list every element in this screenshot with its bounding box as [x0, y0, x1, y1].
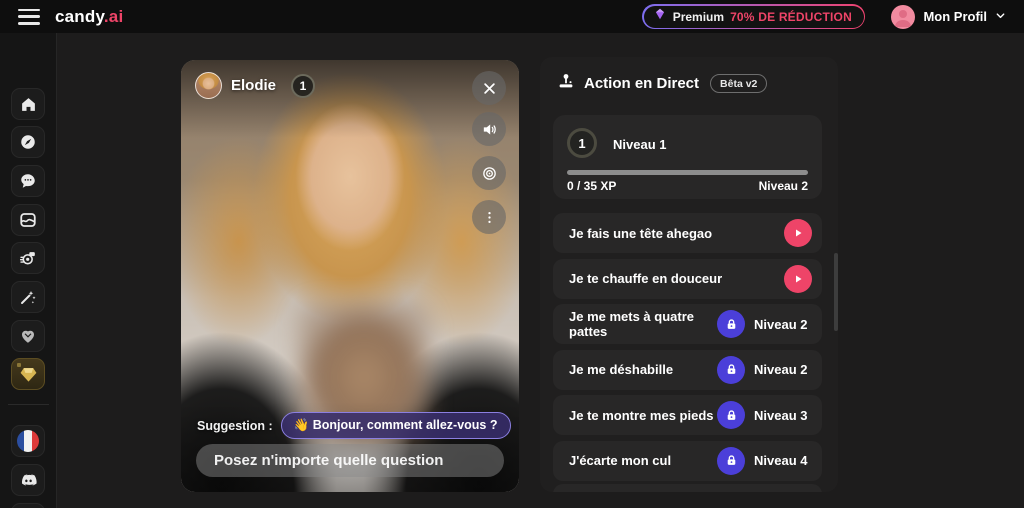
suggestion-chip[interactable]: 👋 Bonjour, comment allez-vous ?: [281, 412, 511, 439]
chat-icon: [19, 172, 37, 190]
level-card: 1 Niveau 1 0 / 35 XP Niveau 2: [553, 115, 822, 199]
beta-badge: Bêta v2: [710, 74, 767, 93]
logo[interactable]: candy.ai: [55, 7, 123, 27]
profile-menu[interactable]: Mon Profil: [891, 5, 1006, 29]
home-icon: [20, 96, 37, 113]
live-video-card: Elodie 1 Suggestion : 👋 Bonjour, comment…: [181, 60, 519, 492]
question-input[interactable]: [196, 444, 504, 477]
level-badge: 1: [567, 128, 597, 158]
lock-icon: [717, 401, 745, 429]
sidebar-item-explore[interactable]: [11, 126, 45, 158]
video-camera-fast-icon: [19, 249, 38, 268]
sidebar-item-video-generate[interactable]: [11, 242, 45, 274]
panel-header: Action en Direct Bêta v2: [557, 72, 767, 95]
premium-discount: 70% DE RÉDUCTION: [730, 10, 852, 24]
lock-icon: [717, 447, 745, 475]
suggestion-label: Suggestion :: [197, 419, 273, 433]
sidebar: [0, 33, 57, 508]
play-button[interactable]: [784, 219, 812, 247]
suggestion-row: Suggestion : 👋 Bonjour, comment allez-vo…: [181, 412, 519, 439]
action-row[interactable]: J'écarte mon cul Niveau 4: [553, 441, 822, 481]
premium-label: Premium: [673, 10, 724, 24]
hamburger-menu-icon[interactable]: [18, 9, 40, 25]
app-window: candy.ai Premium 70% DE RÉDUCTION Mon Pr…: [0, 0, 1024, 508]
notification-dot: [17, 363, 21, 367]
next-level-label: Niveau 2: [759, 179, 808, 193]
discord-icon: [19, 471, 38, 490]
magic-wand-icon: [19, 288, 37, 306]
sidebar-item-home[interactable]: [11, 88, 45, 120]
action-row[interactable]: Je te chauffe en douceur: [553, 259, 822, 299]
close-button[interactable]: [472, 71, 506, 105]
visibility-button[interactable]: [472, 156, 506, 190]
sidebar-divider: [8, 404, 49, 405]
action-level-label: Niveau 2: [754, 362, 814, 377]
panel-scrollbar[interactable]: [834, 253, 838, 331]
gold-gem-icon: [19, 365, 38, 384]
sidebar-item-gallery[interactable]: [11, 204, 45, 236]
action-label: Je te montre mes pieds: [569, 408, 717, 423]
gem-icon: [653, 7, 667, 26]
action-level-label: Niveau 2: [754, 317, 814, 332]
sidebar-item-discord[interactable]: [11, 464, 45, 496]
action-label: Je te chauffe en douceur: [569, 271, 784, 286]
viewer-count-badge: 1: [291, 74, 315, 98]
action-row[interactable]: Je me déshabille Niveau 2: [553, 350, 822, 390]
joystick-icon: [557, 72, 575, 95]
level-label: Niveau 1: [613, 137, 666, 152]
profile-avatar: [891, 5, 915, 29]
lock-icon: [717, 310, 745, 338]
action-panel: Action en Direct Bêta v2 1 Niveau 1 0 / …: [540, 57, 838, 492]
action-list: Je fais une tête ahegao Je te chauffe en…: [553, 213, 822, 486]
profile-label: Mon Profil: [923, 9, 987, 24]
heart-hands-icon: [19, 327, 37, 345]
sidebar-item-support[interactable]: [11, 503, 45, 508]
premium-button[interactable]: Premium 70% DE RÉDUCTION: [642, 4, 865, 29]
french-flag-icon: [17, 430, 39, 452]
action-label: J'écarte mon cul: [569, 453, 717, 468]
lock-icon: [717, 356, 745, 384]
action-row[interactable]: Je fais une tête ahegao: [553, 213, 822, 253]
action-row[interactable]: Je te montre mes pieds Niveau 3: [553, 395, 822, 435]
character-avatar: [195, 72, 222, 99]
panel-title: Action en Direct: [584, 75, 699, 92]
character-name: Elodie: [231, 77, 276, 94]
action-row-partial: [553, 484, 822, 492]
more-options-button[interactable]: [472, 200, 506, 234]
play-button[interactable]: [784, 265, 812, 293]
action-level-label: Niveau 4: [754, 453, 814, 468]
xp-progress-track: [567, 170, 808, 175]
logo-brand: candy: [55, 7, 104, 26]
chevron-down-icon: [995, 8, 1006, 26]
action-row[interactable]: Je me mets à quatre pattes Niveau 2: [553, 304, 822, 344]
action-level-label: Niveau 3: [754, 408, 814, 423]
compass-icon: [19, 133, 37, 151]
sidebar-item-premium-gems[interactable]: [11, 358, 45, 390]
sidebar-item-language[interactable]: [11, 425, 45, 457]
xp-text: 0 / 35 XP: [567, 179, 616, 193]
sidebar-item-chat[interactable]: [11, 165, 45, 197]
logo-suffix: .ai: [104, 7, 124, 26]
sidebar-item-magic-wand[interactable]: [11, 281, 45, 313]
character-profile[interactable]: Elodie 1: [195, 72, 315, 99]
gallery-icon: [19, 211, 37, 229]
sound-button[interactable]: [472, 112, 506, 146]
action-label: Je me déshabille: [569, 362, 717, 377]
action-label: Je me mets à quatre pattes: [569, 309, 717, 339]
action-label: Je fais une tête ahegao: [569, 226, 784, 241]
sidebar-item-heart-hands[interactable]: [11, 320, 45, 352]
topbar: candy.ai Premium 70% DE RÉDUCTION Mon Pr…: [0, 0, 1024, 33]
